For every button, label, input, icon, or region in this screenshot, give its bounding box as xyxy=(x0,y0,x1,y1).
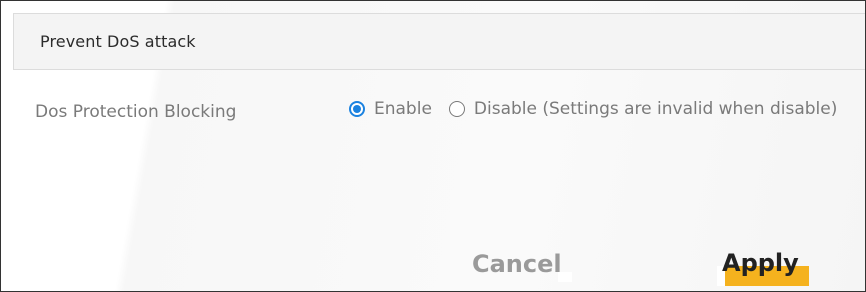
disable-label: Disable (Settings are invalid when disab… xyxy=(473,99,838,119)
enable-option[interactable]: Enable xyxy=(349,99,432,119)
dos-protection-label: Dos Protection Blocking xyxy=(35,102,237,122)
cancel-button[interactable]: Cancel xyxy=(472,250,572,282)
apply-button[interactable]: Apply xyxy=(722,249,799,277)
section-header: Prevent DoS attack xyxy=(13,13,865,70)
dos-protection-radio-group: Enable Disable (Settings are invalid whe… xyxy=(349,99,837,119)
disable-option[interactable]: Disable (Settings are invalid when disab… xyxy=(448,99,838,119)
settings-panel: Prevent DoS attack Dos Protection Blocki… xyxy=(0,0,866,292)
enable-radio[interactable] xyxy=(349,101,365,117)
enable-label: Enable xyxy=(374,99,432,119)
section-title: Prevent DoS attack xyxy=(40,32,196,51)
disable-radio[interactable] xyxy=(448,101,465,117)
